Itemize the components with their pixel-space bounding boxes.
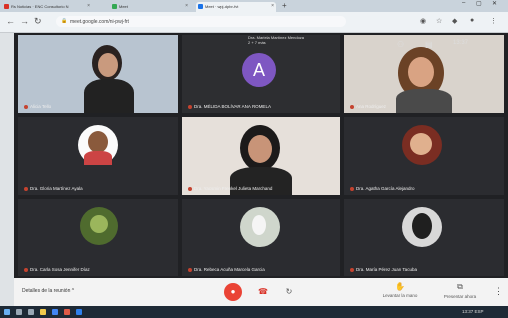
participant-tile[interactable]: Dra. Agatha García Alejandro: [344, 117, 504, 195]
people-icon[interactable]: ⚇: [397, 40, 404, 49]
url-text: meet.google.com/ni-pwj-frt: [70, 19, 129, 25]
mic-muted-icon: [24, 186, 28, 191]
meeting-details-button[interactable]: Detalles de la reunión ^: [22, 288, 74, 294]
participant-tile[interactable]: Ana Rodríguez: [344, 35, 504, 113]
meeting-controls-bar: Detalles de la reunión ^ ● ☎ ↻ ✋ Levanta…: [14, 278, 508, 306]
participant-avatar-detail: [252, 215, 266, 235]
participant-tile[interactable]: Dra. María Pérez Juan Tacuba: [344, 199, 504, 276]
participant-body: [84, 79, 134, 113]
file-explorer-icon[interactable]: [40, 309, 46, 315]
participant-avatar-detail: [412, 213, 432, 239]
participant-tile[interactable]: Dra. Rebeca Acuña Marcela Garcia: [182, 199, 340, 276]
meeting-details-label: Detalles de la reunión: [22, 288, 71, 294]
minimize-button[interactable]: –: [462, 0, 465, 6]
back-arrow-icon[interactable]: ←: [6, 16, 15, 26]
browser-tab-strip: Rs Noticias · ENC Consultorio N × Meet ×…: [0, 0, 508, 12]
close-window-button[interactable]: ✕: [492, 0, 497, 7]
participant-tile[interactable]: Dra. Gloria Martínez Ayala: [18, 117, 178, 195]
participant-name: Dra. Gloria Martínez Ayala: [24, 186, 83, 191]
mic-muted-icon: [188, 186, 192, 191]
search-icon[interactable]: [16, 309, 22, 315]
participant-name: Dra. Yacsmin Frenkel Julieta Marchand: [188, 186, 272, 191]
participant-avatar: A: [242, 53, 276, 87]
present-now-label: Presentar ahora: [443, 294, 477, 299]
participant-face: [98, 53, 118, 77]
participant-tile[interactable]: Alicia Tello: [18, 35, 178, 113]
participant-name: Ana Rodríguez: [350, 104, 386, 109]
tab-favicon: [4, 4, 9, 9]
tab-label: Meet: [119, 4, 128, 9]
participant-name: Dra. Rebeca Acuña Marcela Garcia: [188, 267, 265, 272]
participant-face: [88, 131, 108, 153]
maximize-button[interactable]: ▢: [476, 0, 482, 7]
meeting-grid: Alicia Tello A Dra. MÉLIDA BOLÍVAR ANA R…: [14, 33, 508, 278]
word-icon[interactable]: [76, 309, 82, 315]
tab-favicon: [198, 4, 203, 9]
participant-face: [408, 57, 434, 87]
camera-permission-icon[interactable]: ◉: [420, 17, 426, 25]
browser-tab-meet-active[interactable]: Meet · wpj-dpbr-fvt ×: [196, 2, 276, 12]
tab-label: Meet · wpj-dpbr-fvt: [205, 4, 239, 9]
mic-muted-icon: [24, 104, 28, 109]
present-now-button[interactable]: ⧉ Presentar ahora: [430, 282, 490, 299]
meeting-top-info: Dra. Mariela Martínez Mendoza 2 + 7 más: [248, 35, 304, 45]
participant-name: Dra. MÉLIDA BOLÍVAR ANA ROMELA: [188, 104, 271, 109]
participant-name: Dra. Carla Sosa Jennifer Díaz: [24, 267, 90, 272]
mic-muted-icon: [188, 104, 192, 109]
present-screen-icon: ⧉: [457, 282, 463, 291]
profile-icon[interactable]: ●: [470, 17, 474, 24]
mic-muted-icon: [24, 267, 28, 272]
chat-icon[interactable]: ▤: [425, 40, 433, 49]
hand-icon: ✋: [395, 282, 405, 291]
system-tray: 13:37 ESP: [462, 309, 484, 314]
task-view-icon[interactable]: [28, 309, 34, 315]
app-icon[interactable]: [64, 309, 70, 315]
participant-count: 2 + 7 más: [248, 40, 266, 45]
close-tab-icon[interactable]: ×: [87, 3, 90, 9]
raise-hand-button[interactable]: ✋ Levantar la mano: [370, 282, 430, 298]
close-tab-icon[interactable]: ×: [271, 3, 274, 9]
url-input[interactable]: 🔒 meet.google.com/ni-pwj-frt: [56, 16, 346, 27]
raise-hand-label: Levantar la mano: [382, 293, 418, 298]
bookmark-star-icon[interactable]: ☆: [436, 17, 442, 25]
more-options-icon[interactable]: ⋮: [494, 286, 503, 297]
participant-tile-active-speaker[interactable]: Dra. Yacsmin Frenkel Julieta Marchand: [182, 117, 340, 195]
microphone-toggle-button[interactable]: ●: [224, 283, 242, 301]
tab-label: Rs Noticias · ENC Consultorio N: [11, 4, 69, 9]
camera-toggle-button[interactable]: ↻: [280, 283, 298, 301]
participant-tile[interactable]: Dra. Carla Sosa Jennifer Díaz: [18, 199, 178, 276]
browser-tab-news[interactable]: Rs Noticias · ENC Consultorio N ×: [2, 2, 92, 12]
mic-muted-icon: [350, 267, 354, 272]
mic-muted-icon: [188, 267, 192, 272]
chevron-up-icon: ^: [71, 288, 75, 294]
tab-favicon: [112, 4, 117, 9]
os-taskbar: 13:37 ESP: [0, 306, 508, 318]
participant-avatar-detail: [90, 215, 108, 233]
participant-name: Dra. María Pérez Juan Tacuba: [350, 267, 417, 272]
meeting-clock: 13:37: [453, 40, 469, 46]
address-bar-row: ← → ↻ 🔒 meet.google.com/ni-pwj-frt ◉ ☆ ◆…: [0, 12, 508, 33]
mic-muted-icon: [350, 104, 354, 109]
participant-face: [410, 133, 432, 155]
mic-muted-icon: [350, 186, 354, 191]
participant-face: [248, 135, 272, 163]
participant-tile[interactable]: A Dra. MÉLIDA BOLÍVAR ANA ROMELA: [182, 35, 340, 113]
browser-tab-meet[interactable]: Meet ×: [110, 2, 190, 12]
lock-icon: 🔒: [61, 18, 68, 24]
windows-start-icon[interactable]: [4, 309, 10, 315]
reload-icon[interactable]: ↻: [34, 16, 42, 27]
participant-name: Dra. Agatha García Alejandro: [350, 186, 415, 191]
close-tab-icon[interactable]: ×: [185, 3, 188, 9]
new-tab-button[interactable]: +: [282, 1, 287, 10]
participant-body: [84, 151, 112, 165]
extension-icon[interactable]: ◆: [452, 17, 457, 25]
participant-name: Alicia Tello: [24, 104, 51, 109]
participant-body: [396, 89, 452, 113]
chrome-icon[interactable]: [52, 309, 58, 315]
browser-menu-icon[interactable]: ⋮: [490, 17, 497, 25]
forward-arrow-icon[interactable]: →: [20, 16, 29, 26]
leave-call-button[interactable]: ☎: [254, 283, 272, 301]
